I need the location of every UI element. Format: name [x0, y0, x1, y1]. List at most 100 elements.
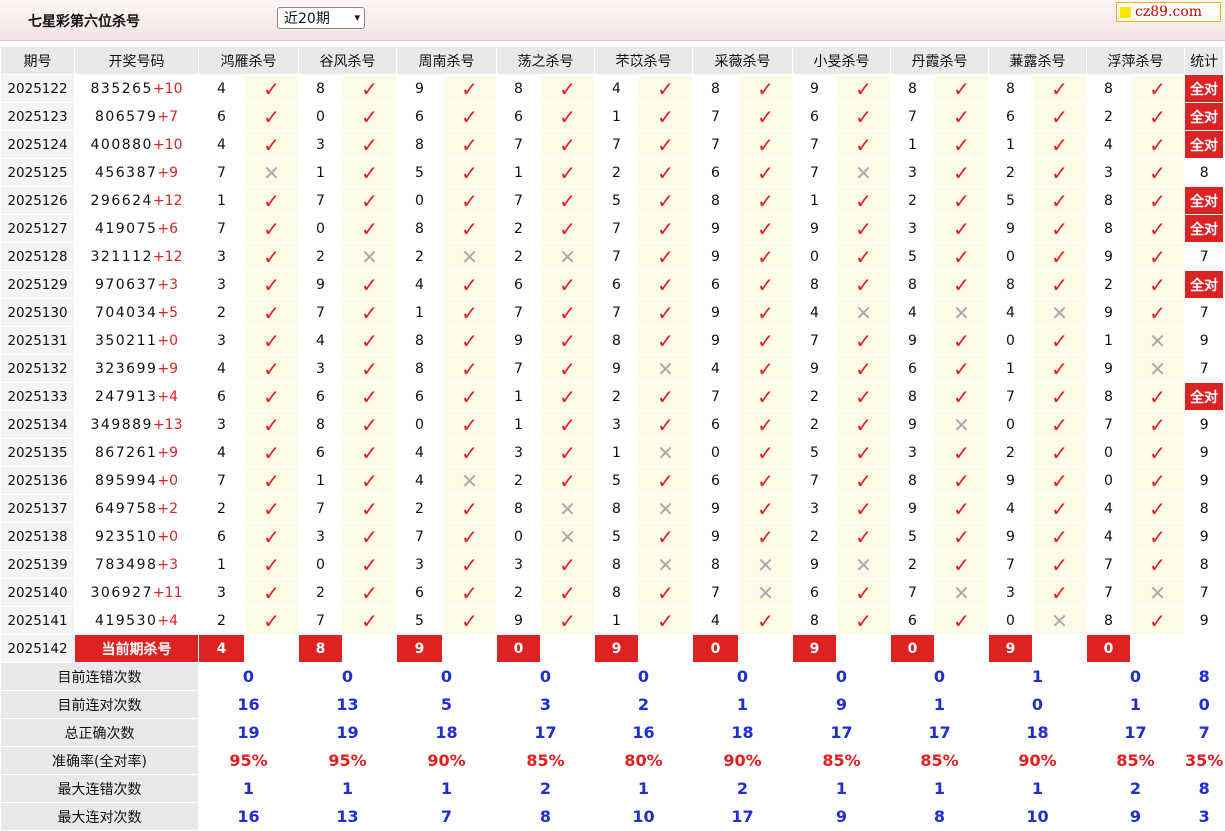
check-icon: ✓ [934, 550, 989, 579]
check-icon: ✓ [1130, 242, 1185, 271]
summary-label: 总正确次数 [0, 718, 199, 747]
check-icon: ✓ [342, 186, 397, 215]
check-icon: ✓ [540, 102, 595, 131]
kill-number-cell: 0 [692, 438, 739, 467]
check-icon: ✓ [1032, 410, 1087, 439]
cross-icon: ✕ [934, 578, 989, 607]
cross-icon: ✕ [1130, 354, 1185, 383]
check-icon: ✓ [244, 578, 299, 607]
kill-number-cell: 9 [792, 550, 837, 579]
kill-number-cell: 8 [988, 270, 1033, 299]
kill-number-cell: 1 [988, 354, 1033, 383]
kill-number-cell: 1 [594, 438, 639, 467]
issue-cell: 2025128 [0, 242, 75, 271]
table-row: 2025133 247913+4 6 ✓ 6 ✓ 6 ✓ 1 ✓ 2 ✓ 7 ✓ 2 ✓ 8 ✓ 7 ✓ 8 ✓ 全对 [0, 382, 1225, 411]
draw-number-cell: 419075+6 [74, 214, 199, 243]
check-icon: ✓ [638, 298, 693, 327]
kill-number-cell: 3 [792, 494, 837, 523]
period-select[interactable]: 近20期 ▾ [277, 7, 365, 29]
kill-number-cell: 3 [298, 522, 343, 551]
issue-cell: 2025124 [0, 130, 75, 159]
check-icon: ✓ [1130, 186, 1185, 215]
kill-number-cell: 5 [988, 186, 1033, 215]
check-icon: ✓ [540, 270, 595, 299]
summary-value: 1 [692, 690, 793, 719]
check-icon: ✓ [934, 74, 989, 103]
check-icon: ✓ [934, 606, 989, 635]
check-icon: ✓ [442, 578, 497, 607]
check-icon: ✓ [836, 466, 891, 495]
kill-number-cell: 4 [396, 270, 443, 299]
header-issue: 期号 [0, 46, 75, 75]
issue-cell: 2025126 [0, 186, 75, 215]
summary-value: 2 [1086, 774, 1185, 803]
kill-number-cell: 0 [396, 410, 443, 439]
kill-number-cell: 0 [396, 186, 443, 215]
check-icon: ✓ [638, 74, 693, 103]
cross-icon: ✕ [934, 410, 989, 439]
summary-value: 13 [298, 802, 397, 831]
stat-cell: 7 [1183, 242, 1225, 271]
kill-number-table: 期号 开奖号码 鸿雁杀号 谷风杀号 周南杀号 荡之杀号 芣苡杀号 采薇杀号 小旻杀号 丹霞杀号 蒹露… [0, 46, 1225, 831]
kill-number-cell: 9 [692, 522, 739, 551]
period-select-value: 近20期 [284, 11, 330, 27]
kill-number-cell: 3 [1086, 158, 1131, 187]
summary-value: 0 [198, 662, 299, 691]
check-icon: ✓ [638, 606, 693, 635]
header-expert: 荡之杀号 [496, 46, 595, 75]
check-icon: ✓ [1032, 438, 1087, 467]
issue-cell: 2025125 [0, 158, 75, 187]
stat-cell: 8 [1183, 494, 1225, 523]
kill-number-cell: 4 [692, 354, 739, 383]
cross-icon: ✕ [738, 578, 793, 607]
check-icon: ✓ [1130, 270, 1185, 299]
draw-digits: 247913 [94, 388, 158, 405]
draw-number-cell: 649758+2 [74, 494, 199, 523]
kill-number-cell: 8 [496, 494, 541, 523]
check-icon: ✓ [738, 242, 793, 271]
kill-number-cell: 1 [1086, 326, 1131, 355]
kill-number-cell: 8 [396, 214, 443, 243]
issue-cell: 2025133 [0, 382, 75, 411]
current-blank-cell [638, 634, 693, 663]
check-icon: ✓ [1032, 130, 1087, 159]
check-icon: ✓ [342, 494, 397, 523]
kill-number-cell: 7 [298, 494, 343, 523]
check-icon: ✓ [1032, 382, 1087, 411]
draw-number-cell: 835265+10 [74, 74, 199, 103]
check-icon: ✓ [442, 130, 497, 159]
cross-icon: ✕ [442, 242, 497, 271]
cross-icon: ✕ [1130, 326, 1185, 355]
kill-number-cell: 7 [890, 578, 935, 607]
summary-value: 0 [890, 662, 989, 691]
kill-number-cell: 8 [792, 606, 837, 635]
kill-number-cell: 8 [298, 410, 343, 439]
draw-add: +4 [157, 388, 179, 405]
table-row: 2025124 400880+10 4 ✓ 3 ✓ 8 ✓ 7 ✓ 7 ✓ 7 ✓ 7 ✓ 1 ✓ 1 ✓ 4 ✓ 全对 [0, 130, 1225, 159]
kill-number-cell: 7 [298, 186, 343, 215]
kill-number-cell: 8 [594, 326, 639, 355]
check-icon: ✓ [934, 466, 989, 495]
check-icon: ✓ [738, 494, 793, 523]
check-icon: ✓ [738, 298, 793, 327]
summary-value: 8 [496, 802, 595, 831]
summary-value: 17 [792, 718, 891, 747]
check-icon: ✓ [244, 186, 299, 215]
kill-number-cell: 4 [198, 74, 245, 103]
summary-value: 85% [496, 746, 595, 775]
check-icon: ✓ [342, 550, 397, 579]
check-icon: ✓ [442, 214, 497, 243]
current-period-row: 2025142 当前期杀号 4 8 9 0 9 0 9 0 9 0 [0, 634, 1225, 663]
site-logo[interactable]: cz89.com [1116, 2, 1221, 22]
current-kill-cell: 0 [496, 634, 541, 663]
stat-cell: 8 [1183, 550, 1225, 579]
draw-number-cell: 970637+3 [74, 270, 199, 299]
kill-number-cell: 4 [198, 130, 245, 159]
draw-add: +5 [157, 304, 179, 321]
check-icon: ✓ [342, 102, 397, 131]
kill-number-cell: 3 [298, 130, 343, 159]
draw-add: +13 [152, 416, 183, 433]
kill-number-cell: 9 [692, 326, 739, 355]
kill-number-cell: 1 [594, 102, 639, 131]
check-icon: ✓ [540, 354, 595, 383]
